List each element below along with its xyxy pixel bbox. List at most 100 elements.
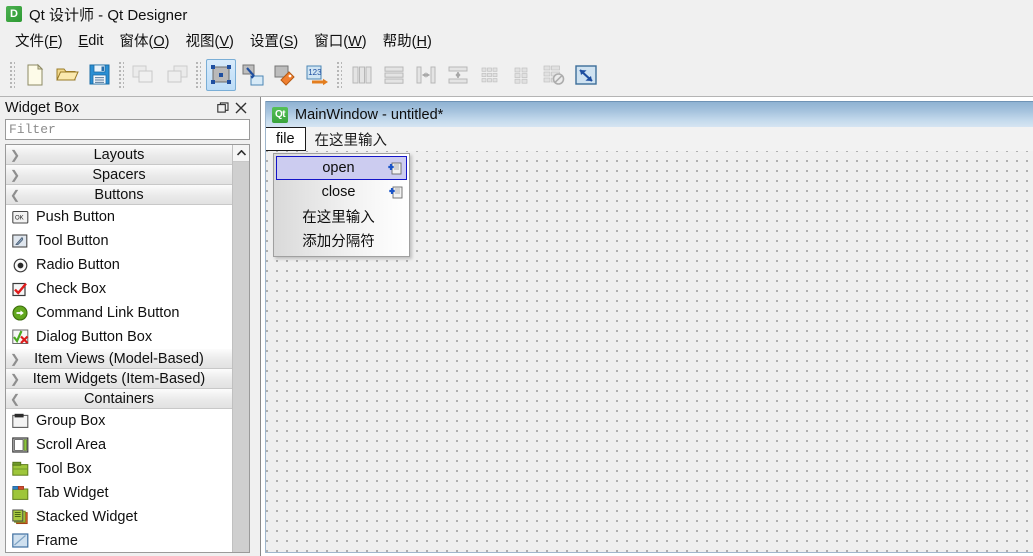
widget-category-buttons[interactable]: ❮ Buttons	[6, 185, 232, 205]
widget-item-radio-button[interactable]: Radio Button	[6, 253, 232, 277]
widget-item-dialog-button-box[interactable]: Dialog Button Box	[6, 325, 232, 349]
menu-view[interactable]: 视图(V)	[178, 28, 242, 53]
widget-box-list: ❯ Layouts ❯ Spacers ❮ Buttons OK Push Bu…	[6, 145, 232, 552]
redo-button[interactable]	[161, 59, 191, 91]
edit-widgets-button[interactable]	[206, 58, 236, 91]
menu-window[interactable]: 窗口(W)	[306, 28, 374, 53]
widget-category-containers[interactable]: ❮ Containers	[6, 389, 232, 409]
qt-logo-icon: Qt	[272, 106, 288, 123]
widget-item-label: Group Box	[36, 413, 106, 429]
widget-item-label: Radio Button	[36, 257, 120, 273]
widget-box-filter-wrap	[5, 119, 250, 140]
menu-item-close[interactable]: close	[276, 180, 407, 204]
form-menu-bar: file 在这里输入	[265, 127, 1033, 151]
form-main-window-title-bar[interactable]: Qt MainWindow - untitled*	[265, 101, 1033, 127]
menu-file[interactable]: 文件(F)	[7, 28, 71, 53]
menu-form[interactable]: 窗体(O)	[112, 28, 178, 53]
layout-splitter-vertical-icon	[447, 65, 469, 85]
window-title: Qt 设计师 - Qt Designer	[29, 6, 188, 24]
search-input[interactable]	[5, 119, 250, 140]
tab-widget-icon	[10, 484, 30, 502]
save-form-button[interactable]	[84, 59, 114, 91]
widget-item-tool-button[interactable]: Tool Button	[6, 229, 232, 253]
widget-box-scrollbar[interactable]	[232, 145, 249, 552]
widget-item-frame[interactable]: Frame	[6, 529, 232, 552]
toolbar-grip-1[interactable]	[8, 59, 15, 90]
widget-item-check-box[interactable]: Check Box	[6, 277, 232, 301]
undo-button[interactable]	[129, 59, 159, 91]
chevron-right-icon: ❯	[9, 351, 21, 366]
push-button-icon: OK	[10, 208, 30, 226]
menu-item-add-separator[interactable]: 添加分隔符	[276, 228, 407, 252]
edit-tab-order-button[interactable]: 123	[302, 59, 332, 91]
form-main-window-title: MainWindow - untitled*	[295, 106, 444, 123]
chevron-down-icon: ❮	[9, 391, 21, 406]
toolbar-grip-3[interactable]	[194, 59, 201, 90]
menu-help[interactable]: 帮助(H)	[375, 28, 440, 53]
edit-buddies-button[interactable]	[270, 59, 300, 91]
widget-item-group-box[interactable]: Group Box	[6, 409, 232, 433]
dialog-button-box-icon	[10, 328, 30, 346]
widget-item-stacked-widget[interactable]: Stacked Widget	[6, 505, 232, 529]
widget-item-command-link-button[interactable]: Command Link Button	[6, 301, 232, 325]
layout-vertically-button[interactable]	[379, 59, 409, 91]
layout-horizontally-icon	[351, 65, 373, 85]
stacked-widget-icon	[10, 508, 30, 526]
menu-item-close-label: close	[321, 184, 356, 200]
menu-item-badge-empty	[389, 233, 404, 248]
widget-category-item-views[interactable]: ❯ Item Views (Model-Based)	[6, 349, 232, 369]
layout-form-icon	[479, 65, 501, 85]
widget-item-tab-widget[interactable]: Tab Widget	[6, 481, 232, 505]
edit-widgets-icon	[209, 63, 233, 87]
edit-signals-slots-button[interactable]	[238, 59, 268, 91]
menu-item-open[interactable]: open	[276, 156, 407, 180]
widget-item-tool-box[interactable]: Tool Box	[6, 457, 232, 481]
menu-settings[interactable]: 设置(S)	[242, 28, 306, 53]
redo-icon	[163, 64, 189, 86]
menu-item-add-separator-label: 添加分隔符	[302, 233, 375, 250]
menu-item-add-placeholder[interactable]: 在这里输入	[276, 204, 407, 228]
form-menu-file[interactable]: file	[265, 127, 306, 151]
widget-item-label: Scroll Area	[36, 437, 107, 453]
toolbar-grip-2[interactable]	[117, 59, 124, 90]
layout-horizontally-button[interactable]	[347, 59, 377, 91]
widget-box-list-frame: ❯ Layouts ❯ Spacers ❮ Buttons OK Push Bu…	[5, 144, 250, 553]
adjust-size-button[interactable]	[571, 59, 601, 91]
widget-category-item-widgets[interactable]: ❯ Item Widgets (Item-Based)	[6, 369, 232, 389]
widget-item-label: Tool Button	[36, 233, 109, 249]
layout-grid-button[interactable]	[507, 59, 537, 91]
toolbar-grip-4[interactable]	[335, 59, 342, 90]
break-layout-button[interactable]	[539, 59, 569, 91]
group-box-icon	[10, 412, 30, 430]
tool-button-icon	[10, 232, 30, 250]
widget-box-title: Widget Box	[5, 99, 80, 116]
chevron-right-icon: ❯	[9, 371, 21, 386]
svg-text:OK: OK	[15, 215, 24, 221]
new-form-button[interactable]	[20, 59, 50, 91]
form-menu-add-placeholder[interactable]: 在这里输入	[305, 127, 397, 151]
edit-tab-order-icon: 123	[305, 63, 329, 87]
svg-text:123: 123	[308, 68, 322, 77]
scroll-up-arrow-icon[interactable]	[233, 145, 249, 162]
widget-category-spacers[interactable]: ❯ Spacers	[6, 165, 232, 185]
layout-splitter-horizontal-button[interactable]	[411, 59, 441, 91]
menu-edit[interactable]: Edit	[71, 31, 112, 51]
scrollbar-track[interactable]	[233, 162, 249, 552]
close-icon[interactable]	[232, 100, 250, 116]
widget-category-layouts[interactable]: ❯ Layouts	[6, 145, 232, 165]
float-icon[interactable]	[214, 100, 232, 116]
widget-category-label: Item Views (Model-Based)	[34, 350, 204, 367]
form-file-dropdown-menu: open close 在这里输入 添加分隔符	[273, 153, 410, 257]
open-form-button[interactable]	[52, 59, 82, 91]
layout-form-button[interactable]	[475, 59, 505, 91]
new-form-icon	[24, 63, 46, 87]
widget-item-scroll-area[interactable]: Scroll Area	[6, 433, 232, 457]
menu-item-badge-empty	[389, 209, 404, 224]
widget-category-label: Buttons	[94, 186, 144, 203]
widget-item-label: Command Link Button	[36, 305, 180, 321]
layout-splitter-vertical-button[interactable]	[443, 59, 473, 91]
widget-item-label: Tool Box	[36, 461, 92, 477]
chevron-right-icon: ❯	[9, 167, 21, 182]
widget-item-push-button[interactable]: OK Push Button	[6, 205, 232, 229]
edit-buddies-icon	[273, 63, 297, 87]
